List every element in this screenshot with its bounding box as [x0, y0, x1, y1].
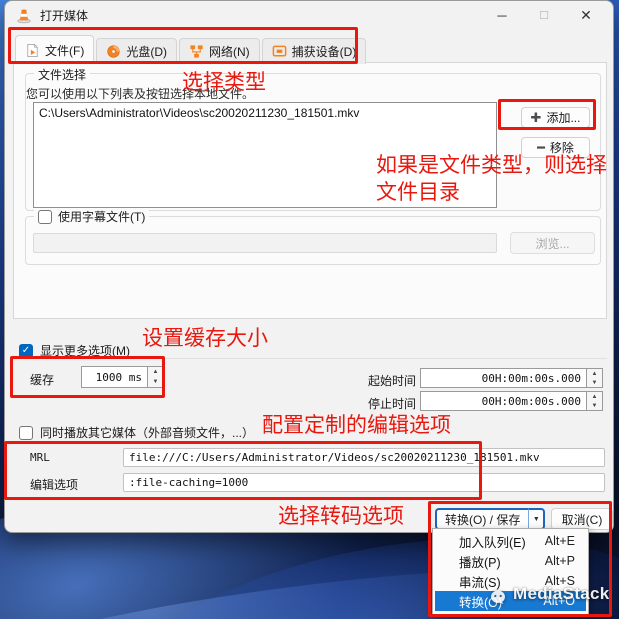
remove-button-label: 移除 [549, 141, 574, 155]
spinner-down-icon[interactable]: ▼ [148, 377, 163, 387]
spinner-down-icon[interactable]: ▼ [587, 378, 602, 387]
remove-button[interactable]: ━ 移除 [521, 137, 590, 158]
tab-label: 文件(F) [45, 43, 85, 58]
edit-options-input[interactable] [123, 473, 605, 492]
tabbar: 文件(F) 光盘(D) 网络(N) 捕获设备(D) [15, 34, 368, 64]
vlc-cone-icon [17, 9, 31, 23]
tab-label: 网络(N) [209, 45, 250, 59]
use-subtitle-label: 使用字幕文件(T) [58, 210, 146, 224]
close-button[interactable]: ✕ [565, 1, 607, 30]
file-icon [27, 43, 38, 57]
tab-capture[interactable]: 捕获设备(D) [261, 38, 367, 64]
cancel-button[interactable]: 取消(C) [551, 508, 613, 530]
desktop: 打开媒体 ─ ☐ ✕ 文件(F) 光盘(D) 网络(N) 捕获设备(D) 文件选… [0, 0, 619, 619]
menu-item-shortcut: Alt+P [544, 554, 575, 568]
divider [13, 358, 607, 359]
maximize-button[interactable]: ☐ [523, 1, 565, 30]
play-other-checkbox[interactable] [19, 425, 33, 440]
play-other-label: 同时播放其它媒体（外部音频文件，...） [40, 426, 255, 440]
show-more-checkbox[interactable]: ✓ [19, 343, 33, 358]
minus-icon: ━ [537, 140, 545, 155]
tab-label: 光盘(D) [126, 45, 167, 59]
mediastack-logo-icon [491, 590, 505, 604]
file-list-item[interactable]: C:\Users\Administrator\Videos\sc20020211… [34, 103, 496, 123]
stop-time-label: 停止时间 [368, 397, 417, 411]
spinner-up-icon[interactable]: ▲ [587, 392, 602, 401]
convert-save-button[interactable]: 转换(O) / 保存 [435, 508, 530, 530]
titlebar: 打开媒体 ─ ☐ ✕ [5, 1, 613, 30]
menu-item-label: 播放(P) [459, 555, 501, 570]
show-more-label: 显示更多选项(M) [40, 344, 130, 358]
spinner-down-icon[interactable]: ▼ [587, 401, 602, 410]
plus-icon: ✚ [530, 110, 542, 125]
tab-disc[interactable]: 光盘(D) [96, 38, 177, 64]
spinner-up-icon[interactable]: ▲ [587, 369, 602, 378]
convert-save-split-button[interactable]: 转换(O) / 保存 ▼ [435, 508, 546, 530]
menu-item-enqueue[interactable]: 加入队列(E) Alt+E [435, 531, 586, 551]
edit-options-label: 编辑选项 [30, 478, 79, 492]
menu-item-shortcut: Alt+E [544, 534, 575, 548]
group-title: 文件选择 [34, 66, 91, 83]
start-time-value[interactable]: 00H:00m:00s.000 [420, 368, 586, 388]
mrl-input[interactable] [123, 448, 605, 467]
subtitle-path-input[interactable] [33, 233, 497, 253]
window-title: 打开媒体 [40, 9, 89, 23]
use-subtitle-checkbox[interactable] [38, 209, 52, 224]
add-button[interactable]: ✚ 添加... [521, 107, 590, 128]
tab-network[interactable]: 网络(N) [179, 38, 260, 64]
dropdown-arrow-icon[interactable]: ▼ [529, 508, 546, 530]
file-list[interactable]: C:\Users\Administrator\Videos\sc20020211… [33, 102, 497, 208]
watermark: MediaStack [487, 583, 610, 605]
stop-time-value[interactable]: 00H:00m:00s.000 [420, 391, 586, 411]
mrl-label: MRL [30, 451, 50, 464]
start-time-spinner[interactable]: 00H:00m:00s.000 ▲ ▼ [420, 368, 603, 388]
network-icon [190, 45, 203, 58]
browse-button[interactable]: 浏览... [510, 232, 595, 254]
disc-icon [107, 45, 120, 58]
cache-spinner[interactable]: 1000 ms ▲ ▼ [81, 366, 164, 388]
stop-time-spinner[interactable]: 00H:00m:00s.000 ▲ ▼ [420, 391, 603, 411]
menu-item-label: 加入队列(E) [459, 535, 526, 550]
tab-file[interactable]: 文件(F) [15, 35, 95, 64]
start-time-label: 起始时间 [368, 374, 417, 388]
file-selection-description: 您可以使用以下列表及按钮选择本地文件。 [26, 87, 255, 101]
capture-icon [272, 45, 287, 57]
watermark-text: MediaStack [513, 584, 610, 603]
minimize-button[interactable]: ─ [481, 1, 523, 30]
open-media-dialog: 打开媒体 ─ ☐ ✕ 文件(F) 光盘(D) 网络(N) 捕获设备(D) 文件选… [4, 0, 614, 533]
add-button-label: 添加... [546, 111, 581, 125]
tab-label: 捕获设备(D) [291, 45, 357, 59]
cache-value[interactable]: 1000 ms [81, 366, 147, 388]
cache-label: 缓存 [30, 373, 55, 387]
spinner-up-icon[interactable]: ▲ [148, 367, 163, 377]
menu-item-play[interactable]: 播放(P) Alt+P [435, 551, 586, 571]
